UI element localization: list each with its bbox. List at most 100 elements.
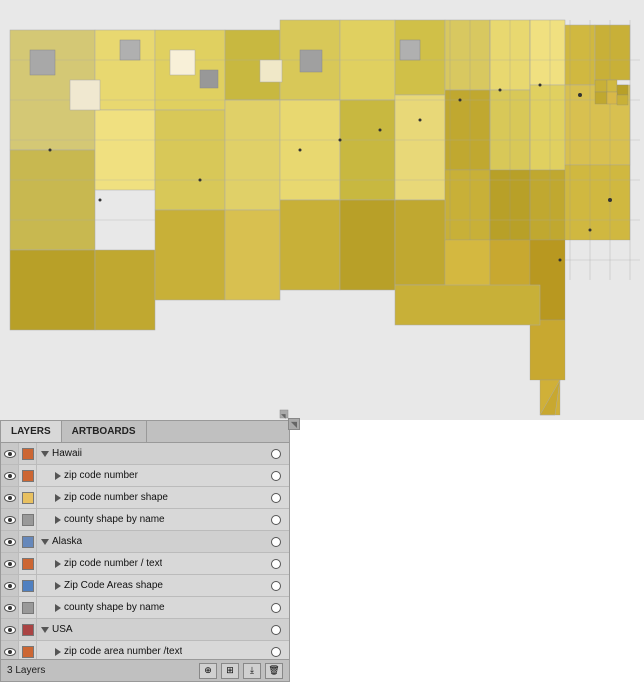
expand-arrow <box>55 516 61 524</box>
color-swatch-hawaii <box>22 448 34 460</box>
target-circle[interactable] <box>267 465 285 486</box>
visibility-toggle[interactable] <box>1 575 19 596</box>
target-circle[interactable] <box>267 597 285 618</box>
layer-content: Zip Code Areas shape <box>37 575 267 596</box>
color-box-wrap <box>19 575 37 596</box>
eye-icon <box>4 494 16 502</box>
layer-content-alaska: Alaska <box>37 531 267 552</box>
layer-content: zip code area number /text <box>37 641 267 659</box>
layers-count: 3 Layers <box>7 665 199 676</box>
circle-icon <box>271 603 281 613</box>
visibility-toggle-alaska[interactable] <box>1 531 19 552</box>
visibility-toggle-usa[interactable] <box>1 619 19 640</box>
circle-icon <box>271 581 281 591</box>
eye-icon-hawaii <box>4 450 16 458</box>
layer-content-usa: USA <box>37 619 267 640</box>
layer-content: county shape by name <box>37 509 267 530</box>
circle-icon <box>271 647 281 657</box>
color-usa <box>19 619 37 640</box>
circle-icon <box>271 471 281 481</box>
target-circle[interactable] <box>267 641 285 659</box>
circle-icon <box>271 559 281 569</box>
color-zip-code-number <box>19 465 37 486</box>
footer-buttons: ⊕ ⊞ ⤓ 🗑 <box>199 663 283 679</box>
eye-icon-usa <box>4 626 16 634</box>
layer-zip-code-number[interactable]: zip code number <box>1 465 289 487</box>
target-circle[interactable] <box>267 509 285 530</box>
color-box-wrap <box>19 597 37 618</box>
color-swatch <box>22 492 34 504</box>
color-hawaii <box>19 443 37 464</box>
eye-icon <box>4 560 16 568</box>
color-swatch <box>22 580 34 592</box>
color-swatch <box>22 514 34 526</box>
expand-arrow <box>55 494 61 502</box>
visibility-toggle[interactable] <box>1 641 19 659</box>
move-to-selection-button[interactable]: ⤓ <box>243 663 261 679</box>
eye-icon <box>4 582 16 590</box>
target-circle[interactable] <box>267 487 285 508</box>
expand-arrow-hawaii <box>41 451 49 457</box>
color-swatch <box>22 558 34 570</box>
delete-layer-button[interactable]: 🗑 <box>265 663 283 679</box>
expand-arrow-alaska <box>41 539 49 545</box>
color-swatch <box>22 646 34 658</box>
expand-arrow <box>55 648 61 656</box>
panel-footer: 3 Layers ⊕ ⊞ ⤓ 🗑 <box>1 659 289 681</box>
layer-zip-code-area-number-text-1[interactable]: zip code area number /text <box>1 641 289 659</box>
layer-content-hawaii: Hawaii <box>37 443 267 464</box>
layer-content-zip-code-number: zip code number <box>37 465 267 486</box>
eye-icon <box>4 516 16 524</box>
circle-icon-hawaii <box>271 449 281 459</box>
visibility-toggle[interactable] <box>1 509 19 530</box>
layer-alaska[interactable]: Alaska <box>1 531 289 553</box>
layer-content: zip code number / text <box>37 553 267 574</box>
target-circle[interactable] <box>267 553 285 574</box>
panel-resize-handle[interactable]: ◥ <box>288 418 300 430</box>
color-box-wrap <box>19 487 37 508</box>
visibility-toggle[interactable] <box>1 597 19 618</box>
expand-arrow <box>55 604 61 612</box>
layer-list[interactable]: Hawaii zip code number <box>1 443 289 659</box>
layer-hawaii[interactable]: Hawaii <box>1 443 289 465</box>
map-area: ◥ <box>0 0 644 420</box>
target-circle-hawaii[interactable] <box>267 443 285 464</box>
color-alaska <box>19 531 37 552</box>
new-layer-button[interactable]: ⊕ <box>199 663 217 679</box>
color-box-wrap <box>19 553 37 574</box>
circle-icon <box>271 493 281 503</box>
layer-zip-code-number-shape[interactable]: zip code number shape <box>1 487 289 509</box>
color-swatch <box>22 602 34 614</box>
expand-arrow <box>55 560 61 568</box>
visibility-toggle[interactable] <box>1 553 19 574</box>
layer-county-shape-alaska[interactable]: county shape by name <box>1 597 289 619</box>
eye-icon <box>4 604 16 612</box>
color-swatch-alaska <box>22 536 34 548</box>
expand-arrow-usa <box>41 627 49 633</box>
expand-arrow <box>55 472 61 480</box>
color-swatch <box>22 470 34 482</box>
visibility-toggle[interactable] <box>1 487 19 508</box>
target-circle-alaska[interactable] <box>267 531 285 552</box>
layer-usa[interactable]: USA <box>1 619 289 641</box>
new-sublayer-button[interactable]: ⊞ <box>221 663 239 679</box>
expand-arrow <box>55 582 61 590</box>
visibility-toggle-zip-code-number[interactable] <box>1 465 19 486</box>
color-swatch-usa <box>22 624 34 636</box>
layers-panel: LAYERS ARTBOARDS Hawaii <box>0 420 290 682</box>
target-circle[interactable] <box>267 575 285 596</box>
circle-icon <box>271 515 281 525</box>
layer-zip-code-areas-shape-alaska[interactable]: Zip Code Areas shape <box>1 575 289 597</box>
tab-artboards[interactable]: ARTBOARDS <box>62 421 147 442</box>
eye-icon-zip-code-number <box>4 472 16 480</box>
tab-layers[interactable]: LAYERS <box>1 421 62 442</box>
circle-icon-usa <box>271 625 281 635</box>
color-box-wrap <box>19 509 37 530</box>
layer-zip-code-number-text[interactable]: zip code number / text <box>1 553 289 575</box>
panel-tabs: LAYERS ARTBOARDS <box>1 421 289 443</box>
layer-content: county shape by name <box>37 597 267 618</box>
visibility-toggle-hawaii[interactable] <box>1 443 19 464</box>
layer-county-shape-hawaii[interactable]: county shape by name <box>1 509 289 531</box>
eye-icon <box>4 648 16 656</box>
target-circle-usa[interactable] <box>267 619 285 640</box>
